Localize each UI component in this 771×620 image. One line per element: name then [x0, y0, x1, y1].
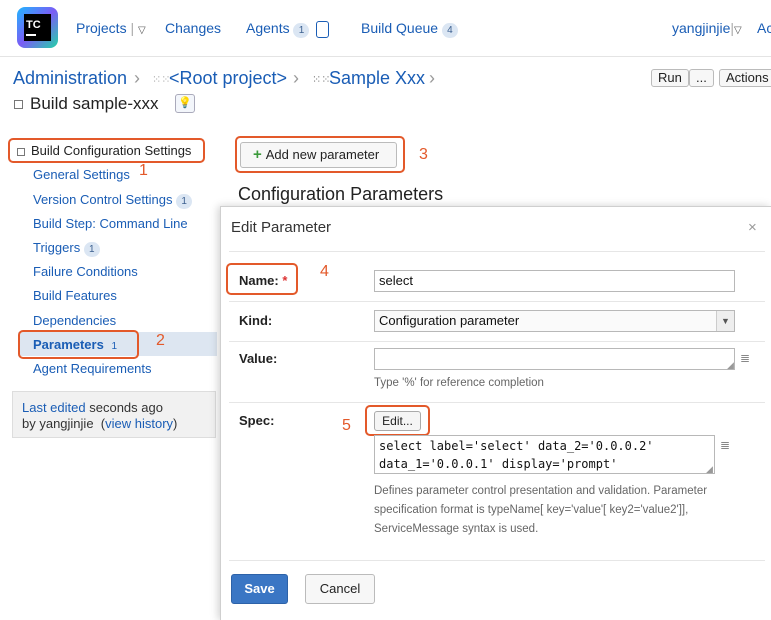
cancel-button[interactable]: Cancel [305, 574, 375, 604]
dialog-title: Edit Parameter [231, 219, 332, 236]
edit-parameter-dialog [220, 206, 771, 620]
divider [229, 560, 765, 561]
save-button[interactable]: Save [231, 574, 288, 604]
name-input[interactable]: select [374, 270, 735, 292]
divider [229, 402, 765, 403]
kind-select-value[interactable]: Configuration parameter [379, 313, 519, 328]
nav-build-queue-label[interactable]: Build Queue [361, 20, 438, 36]
nav-agents-label[interactable]: Agents [246, 20, 290, 36]
nav-projects[interactable]: Projects | ▽ [76, 20, 146, 36]
annotation-number-5: 5 [342, 417, 351, 434]
breadcrumb-separator: › [293, 68, 299, 88]
value-hint: Type '%' for reference completion [374, 377, 544, 389]
spec-hint-line: specification format is typeName[ key='v… [374, 504, 689, 516]
last-edited-box: Last edited seconds ago by yangjinjie (v… [12, 391, 216, 438]
sidebar-item-general-settings[interactable]: General Settings [33, 167, 130, 182]
annotation-box-1 [8, 138, 205, 163]
annotation-number-4: 4 [320, 263, 329, 280]
agents-count-badge: 1 [293, 23, 310, 38]
nav-user[interactable]: yangjinjie|▽ [672, 20, 742, 36]
spec-line: data_1='0.0.0.1' display='prompt' [379, 457, 618, 471]
sidebar-item-dependencies[interactable]: Dependencies [33, 313, 116, 328]
count-badge: 1 [176, 194, 193, 209]
spec-label: Spec: [239, 413, 275, 428]
nav-changes[interactable]: Changes [165, 20, 221, 36]
user-name[interactable]: yangjinjie [672, 20, 730, 36]
build-config-icon [14, 100, 23, 110]
spec-hint-line: Defines parameter control presentation a… [374, 485, 708, 497]
lightbulb-icon[interactable]: 💡 [175, 94, 195, 113]
annotation-number-1: 1 [139, 162, 148, 179]
chevron-down-icon[interactable]: ▼ [716, 311, 734, 331]
divider [229, 301, 765, 302]
run-options-button[interactable]: ... [689, 69, 714, 87]
sidebar-item-build-features[interactable]: Build Features [33, 288, 117, 303]
build-queue-count-badge: 4 [441, 23, 458, 38]
breadcrumb-administration[interactable]: Administration [13, 68, 127, 89]
breadcrumb-separator: › [429, 68, 435, 88]
sidebar-item-label[interactable]: Triggers [33, 240, 80, 255]
resize-handle-icon[interactable]: ◢ [727, 360, 734, 371]
spec-hint: Defines parameter control presentation a… [374, 482, 707, 539]
last-edited-user: by yangjinjie [22, 416, 94, 431]
expand-editor-icon[interactable]: ≣ [740, 351, 750, 365]
annotation-number-3: 3 [419, 146, 428, 163]
resize-handle-icon[interactable]: ◢ [706, 464, 713, 475]
annotation-box-5 [365, 405, 430, 436]
nav-projects-label[interactable]: Projects [76, 20, 127, 36]
value-textarea[interactable] [374, 348, 735, 370]
sidebar-item-failure-conditions[interactable]: Failure Conditions [33, 264, 138, 279]
kind-select[interactable]: Configuration parameter [374, 310, 735, 332]
sidebar-item-agent-requirements[interactable]: Agent Requirements [33, 361, 152, 376]
teamcity-logo[interactable]: TC [15, 5, 60, 50]
annotation-box-3 [235, 136, 405, 173]
sidebar-item-label[interactable]: Version Control Settings [33, 192, 172, 207]
last-edited-link[interactable]: Last edited [22, 400, 86, 415]
annotation-box-2 [18, 330, 139, 359]
annotation-number-2: 2 [156, 332, 165, 349]
breadcrumb-sample-xxx[interactable]: Sample Xxx [329, 68, 425, 89]
breadcrumb-root-project[interactable]: <Root project> [169, 68, 287, 89]
view-history-link[interactable]: view history [105, 416, 173, 431]
grid-icon: ⁙⁙ [312, 74, 331, 86]
page-title: Build sample-xxx [14, 94, 159, 114]
run-button[interactable]: Run [651, 69, 689, 87]
sidebar-item-build-step[interactable]: Build Step: Command Line [33, 216, 188, 231]
grid-icon: ⁙⁙ [152, 74, 171, 86]
annotation-box-4 [226, 263, 298, 295]
breadcrumb-separator: › [134, 68, 140, 88]
spec-hint-line: ServiceMessage syntax is used. [374, 523, 539, 535]
expand-editor-icon[interactable]: ≣ [720, 438, 730, 452]
chevron-down-icon[interactable]: ▽ [734, 25, 742, 36]
value-label: Value: [239, 351, 278, 366]
count-badge: 1 [83, 242, 100, 257]
spec-line: select label='select' data_2='0.0.0.2' [379, 439, 654, 453]
divider [229, 341, 765, 342]
nav-build-queue[interactable]: Build Queue 4 [361, 20, 458, 38]
agent-box-icon[interactable] [316, 20, 330, 38]
actions-button[interactable]: Actions [719, 69, 771, 87]
last-edited-user-line: by yangjinjie (view history) [22, 416, 178, 431]
divider [229, 251, 765, 252]
last-edited-line: Last edited seconds ago [22, 400, 206, 416]
nav-agents[interactable]: Agents 1 [246, 20, 330, 38]
section-title: Configuration Parameters [238, 184, 444, 204]
chevron-down-icon[interactable]: ▽ [138, 25, 146, 36]
kind-label: Kind: [239, 313, 273, 328]
svg-text:TC: TC [26, 19, 41, 31]
spec-textarea[interactable]: select label='select' data_2='0.0.0.2' d… [374, 435, 715, 474]
page-title-text: Build sample-xxx [30, 94, 159, 113]
sidebar-item-triggers[interactable]: Triggers 1 [33, 240, 100, 257]
close-icon[interactable]: × [748, 219, 757, 236]
last-edited-time: seconds ago [89, 400, 163, 415]
sidebar-item-version-control[interactable]: Version Control Settings 1 [33, 192, 193, 209]
nav-admin-link-cut[interactable]: Ac [757, 20, 771, 36]
